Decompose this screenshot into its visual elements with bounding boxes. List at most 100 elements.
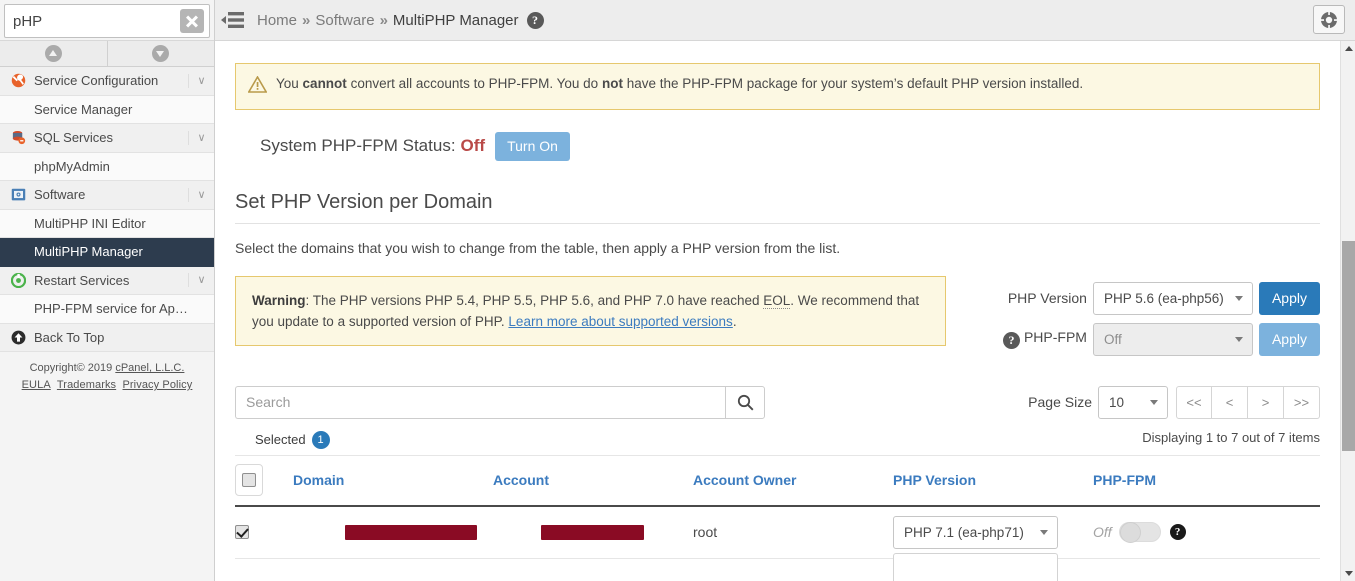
eula-link[interactable]: EULA xyxy=(22,379,51,391)
chevron-down-icon[interactable]: ∨ xyxy=(188,273,214,288)
cell-account[interactable] xyxy=(493,524,693,540)
sidebar-item-service-configuration[interactable]: Service Configuration ∨ xyxy=(0,67,214,96)
breadcrumb: Home» Software» MultiPHP Manager xyxy=(257,12,519,29)
up-arrow-circle-icon xyxy=(8,330,28,345)
sidebar-item-label: MultiPHP Manager xyxy=(34,244,143,260)
cell-domain[interactable] xyxy=(293,524,493,540)
selected-count-badge: 1 xyxy=(311,430,330,449)
sidebar-footer: Copyright© 2019 cPanel, L.L.C. EULA Trad… xyxy=(0,360,214,394)
php-fpm-select-value: Off xyxy=(1103,331,1122,347)
sidebar-item-phpmyadmin[interactable]: phpMyAdmin xyxy=(0,152,214,181)
sidebar-search-box[interactable]: pHP xyxy=(4,4,210,38)
domains-table: Domain Account Account Owner PHP Version… xyxy=(235,454,1320,581)
sidebar-item-software[interactable]: Software ∨ xyxy=(0,181,214,210)
scrollbar-thumb[interactable] xyxy=(1342,241,1355,451)
toggle-knob xyxy=(1119,522,1141,544)
page-button-next[interactable]: > xyxy=(1248,385,1284,419)
up-arrow-circle-icon xyxy=(11,330,25,345)
search-button[interactable] xyxy=(725,385,765,419)
sidebar-item-service-manager[interactable]: Service Manager xyxy=(0,95,214,124)
trademarks-link[interactable]: Trademarks xyxy=(57,379,116,391)
checkbox-glyph xyxy=(242,473,256,488)
chevron-down-icon[interactable]: ∨ xyxy=(188,73,214,88)
sidebar-scroll-up-button[interactable] xyxy=(0,41,108,66)
turn-on-button[interactable]: Turn On xyxy=(495,132,570,161)
warning-triangle-icon xyxy=(247,75,268,98)
software-box-icon xyxy=(11,188,25,201)
column-header-php-version[interactable]: PHP Version xyxy=(893,472,1093,488)
apply-php-version-button[interactable]: Apply xyxy=(1258,281,1320,315)
pagination-controls: Page Size 10 << < > >> xyxy=(1028,385,1320,419)
column-header-php-fpm[interactable]: PHP-FPM xyxy=(1093,472,1320,488)
sidebar-item-multiphp-ini-editor[interactable]: MultiPHP INI Editor xyxy=(0,209,214,238)
sidebar-item-back-to-top[interactable]: Back To Top xyxy=(0,323,214,352)
sidebar-search-input[interactable]: pHP xyxy=(5,14,180,29)
question-mark-icon[interactable]: ? xyxy=(1169,524,1186,541)
select-all-checkbox[interactable] xyxy=(235,464,263,497)
clear-x-icon[interactable] xyxy=(180,9,204,33)
php-fpm-toggle[interactable] xyxy=(1118,522,1161,544)
page-button-prev[interactable]: < xyxy=(1212,385,1248,419)
multiphp-manager-page: pHP Service Configuration ∨ Service Manage… xyxy=(0,0,1355,581)
table-search xyxy=(235,385,765,419)
search-input[interactable] xyxy=(235,385,725,419)
breadcrumb-item-software[interactable]: Software xyxy=(315,12,374,29)
sidebar-item-label: phpMyAdmin xyxy=(34,158,110,174)
section-description: Select the domains that you wish to chan… xyxy=(235,239,841,256)
sidebar-item-multiphp-manager[interactable]: MultiPHP Manager xyxy=(0,238,214,267)
php-fpm-select[interactable]: Off xyxy=(1092,322,1253,356)
select-all-cell xyxy=(235,464,293,497)
sidebar-item-php-fpm-service-for-apache[interactable]: PHP-FPM service for Apache xyxy=(0,295,214,324)
legal-links: EULA Trademarks Privacy Policy xyxy=(0,377,214,394)
table-header-row: Domain Account Account Owner PHP Version… xyxy=(235,454,1320,507)
php-fpm-toggle-group: Off ? xyxy=(1093,522,1320,544)
sidebar-item-label: Restart Services xyxy=(34,272,130,288)
php-fpm-control-row: ? PHP-FPM Off Apply xyxy=(994,322,1320,356)
cell-account-owner: root xyxy=(693,524,718,541)
page-button-first[interactable]: << xyxy=(1176,385,1212,419)
privacy-policy-link[interactable]: Privacy Policy xyxy=(122,379,192,391)
system-fpm-status: System PHP-FPM Status: Off Turn On xyxy=(260,132,1340,161)
page-size-select[interactable]: 10 xyxy=(1098,385,1168,419)
supported-versions-link[interactable]: Learn more about supported versions xyxy=(508,314,732,329)
column-header-domain[interactable]: Domain xyxy=(293,472,493,488)
chevron-down-icon xyxy=(1150,400,1158,406)
question-mark-icon[interactable]: ? xyxy=(526,11,544,29)
lifesaver-icon[interactable] xyxy=(1313,5,1345,34)
sidebar-item-restart-services[interactable]: Restart Services ∨ xyxy=(0,266,214,295)
sidebar: pHP Service Configuration ∨ Service Manage… xyxy=(0,0,215,581)
column-header-account-owner[interactable]: Account Owner xyxy=(693,472,893,488)
collapse-sidebar-icon[interactable] xyxy=(221,10,245,30)
eol-warning: Warning: The PHP versions PHP 5.4, PHP 5… xyxy=(235,275,946,346)
scroll-down-arrow-icon[interactable] xyxy=(1341,566,1355,581)
chevron-down-icon[interactable]: ∨ xyxy=(188,187,214,202)
warning-text-3: . xyxy=(732,313,737,329)
fpm-unavailable-alert: You cannot convert all accounts to PHP-F… xyxy=(235,63,1320,110)
sidebar-item-sql-services[interactable]: SQL Services ∨ xyxy=(0,124,214,153)
sidebar-item-label: Service Configuration xyxy=(34,73,159,89)
page-button-last[interactable]: >> xyxy=(1284,385,1320,419)
question-mark-icon[interactable]: ? xyxy=(1002,332,1020,350)
warning-label: Warning xyxy=(252,292,306,308)
row-checkbox[interactable] xyxy=(235,525,249,540)
row-php-version-select-partial[interactable] xyxy=(893,553,1058,581)
breadcrumb-item-home[interactable]: Home xyxy=(257,12,297,29)
php-version-select[interactable]: PHP 5.6 (ea-php56) xyxy=(1092,281,1253,315)
pagination-area: Page Size 10 << < > >> Displaying 1 to 7 ou… xyxy=(1028,385,1320,445)
circle-down-arrow-icon xyxy=(152,45,170,62)
database-icon xyxy=(12,131,25,145)
cpanel-link[interactable]: cPanel, L.L.C. xyxy=(115,362,184,374)
sidebar-search-container: pHP xyxy=(0,0,214,41)
sidebar-scroll-down-button[interactable] xyxy=(107,41,214,66)
alert-text: You cannot convert all accounts to PHP-F… xyxy=(276,76,1084,91)
apply-php-fpm-button[interactable]: Apply xyxy=(1258,322,1320,356)
column-header-account[interactable]: Account xyxy=(493,472,693,488)
php-fpm-toggle-label: Off xyxy=(1093,524,1112,541)
table-toolbar: Selected 1 Page Size 10 <<<>>> Displayin… xyxy=(235,385,1320,449)
php-version-control-row: PHP Version PHP 5.6 (ea-php56) Apply xyxy=(994,281,1320,315)
scroll-up-arrow-icon[interactable] xyxy=(1341,41,1355,56)
partial-cell-php-version xyxy=(893,553,1093,581)
chevron-down-icon[interactable]: ∨ xyxy=(188,130,214,145)
vertical-scrollbar[interactable] xyxy=(1340,41,1355,581)
row-php-version-select[interactable]: PHP 7.1 (ea-php71) xyxy=(893,515,1058,549)
